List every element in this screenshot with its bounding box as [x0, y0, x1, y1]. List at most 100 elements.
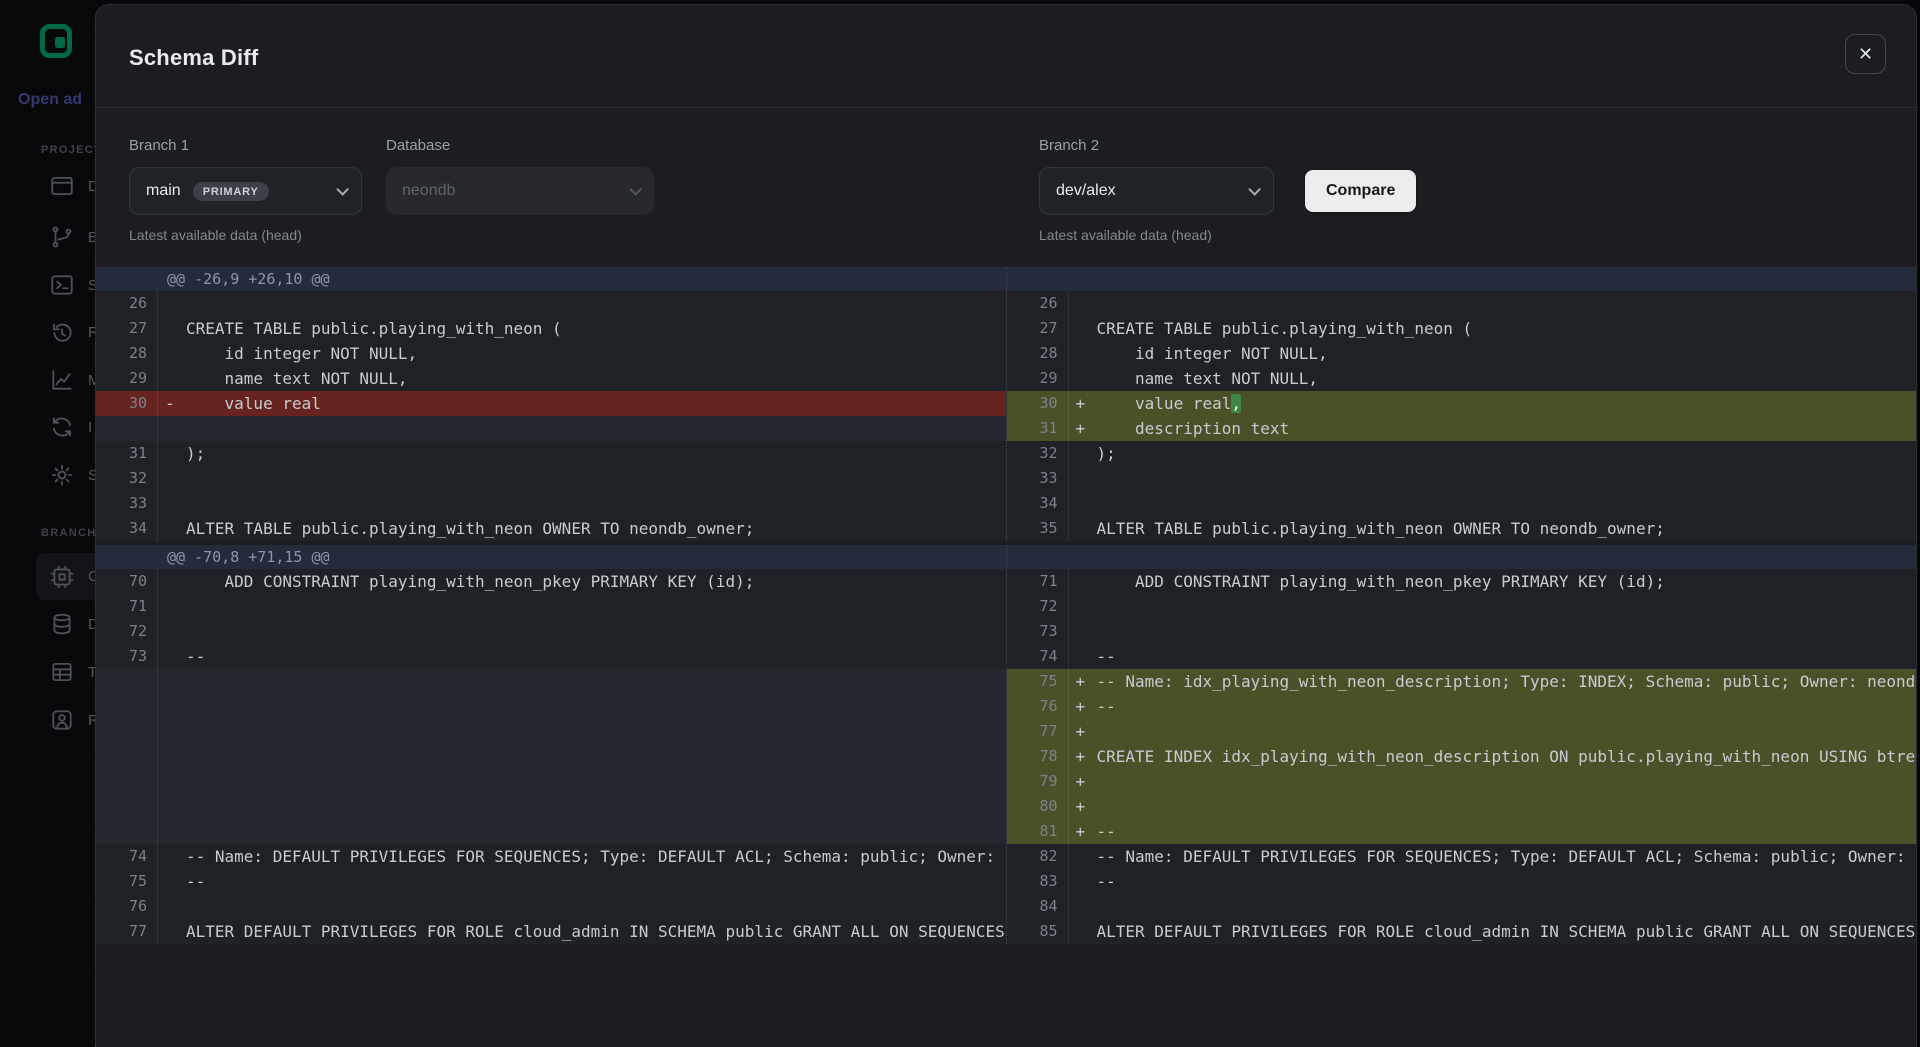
line-number: 70 — [96, 569, 158, 594]
word-diff-highlight: , — [1231, 394, 1241, 413]
line-number — [96, 794, 158, 819]
code-text: name text NOT NULL, — [1097, 366, 1917, 391]
diff-row: 75-- — [96, 869, 1006, 894]
code-text — [186, 416, 1006, 441]
line-number: 32 — [96, 466, 158, 491]
compare-button[interactable]: Compare — [1305, 170, 1416, 212]
diff-row: 72 — [96, 619, 1006, 644]
diff-row: 73 — [1007, 619, 1917, 644]
hunk-header: @@ -26,9 +26,10 @@ — [96, 267, 1006, 291]
diff-row: 27 CREATE TABLE public.playing_with_neon … — [1007, 316, 1917, 341]
line-number: 77 — [1007, 719, 1069, 744]
diff-marker: + — [1069, 391, 1097, 416]
database-value: neondb — [402, 182, 455, 200]
line-number: 33 — [1007, 466, 1069, 491]
diff-marker — [1069, 594, 1097, 619]
diff-marker — [158, 894, 186, 919]
diff-marker — [158, 769, 186, 794]
line-number: 35 — [1007, 516, 1069, 541]
branch1-select[interactable]: main PRIMARY — [129, 167, 362, 215]
diff-marker — [1069, 491, 1097, 516]
diff-marker — [158, 819, 186, 844]
line-number: 76 — [96, 894, 158, 919]
line-number: 30 — [96, 391, 158, 416]
code-text: ALTER DEFAULT PRIVILEGES FOR ROLE cloud_… — [1097, 919, 1917, 944]
line-number — [96, 416, 158, 441]
branch2-select[interactable]: dev/alex — [1039, 167, 1274, 215]
hunk-header — [1007, 267, 1917, 291]
chevron-down-icon — [629, 183, 642, 196]
line-number — [96, 694, 158, 719]
database-select[interactable]: neondb — [386, 167, 654, 215]
line-number — [96, 669, 158, 694]
diff-marker — [1069, 844, 1097, 869]
diff-marker — [1069, 894, 1097, 919]
diff-marker — [1069, 516, 1097, 541]
code-text: ); — [186, 441, 1006, 466]
line-number: 34 — [96, 516, 158, 541]
line-number: 31 — [1007, 416, 1069, 441]
diff-row: 81+-- — [1007, 819, 1917, 844]
code-text: value real, — [1097, 391, 1917, 416]
code-text: ); — [1097, 441, 1917, 466]
diff-row: 83 -- — [1007, 869, 1917, 894]
diff-row: 26 — [96, 291, 1006, 316]
line-number: 26 — [1007, 291, 1069, 316]
code-text — [186, 594, 1006, 619]
code-text — [186, 669, 1006, 694]
code-text — [1097, 594, 1917, 619]
database-group: Database neondb — [386, 137, 654, 215]
branch2-label: Branch 2 — [1039, 137, 1274, 155]
line-number: 73 — [96, 644, 158, 669]
diff-row: 76 — [96, 894, 1006, 919]
diff-row — [96, 769, 1006, 794]
code-text: CREATE TABLE public.playing_with_neon ( — [186, 316, 1006, 341]
close-icon: ✕ — [1858, 45, 1873, 63]
diff-marker — [158, 644, 186, 669]
branch1-value: main — [146, 182, 181, 200]
line-number: 32 — [1007, 441, 1069, 466]
schema-diff-viewport[interactable]: @@ -26,9 +26,10 @@2627CREATE TABLE publi… — [96, 267, 1916, 944]
close-button[interactable]: ✕ — [1845, 34, 1886, 74]
code-text: -- — [186, 644, 1006, 669]
branch2-hint: Latest available data (head) — [1039, 227, 1274, 243]
line-number: 27 — [1007, 316, 1069, 341]
diff-marker — [158, 491, 186, 516]
code-text: CREATE TABLE public.playing_with_neon ( — [1097, 316, 1917, 341]
branch2-group: Branch 2 dev/alex Latest available data … — [1039, 137, 1274, 243]
diff-marker — [158, 291, 186, 316]
line-number: 34 — [1007, 491, 1069, 516]
code-text — [1097, 491, 1917, 516]
line-number: 77 — [96, 919, 158, 944]
diff-row — [96, 719, 1006, 744]
code-text: -- — [1097, 644, 1917, 669]
hunk-header: @@ -70,8 +71,15 @@ — [96, 545, 1006, 569]
line-number: 28 — [96, 341, 158, 366]
diff-marker: + — [1069, 819, 1097, 844]
code-text — [1097, 794, 1917, 819]
code-text — [186, 819, 1006, 844]
diff-marker — [1069, 441, 1097, 466]
diff-row: 31+ description text — [1007, 416, 1917, 441]
code-text: -- — [1097, 869, 1917, 894]
code-text: value real — [186, 391, 1006, 416]
code-text: id integer NOT NULL, — [186, 341, 1006, 366]
diff-marker — [158, 441, 186, 466]
diff-hunk: @@ -70,8 +71,15 @@70 ADD CONSTRAINT play… — [96, 545, 1916, 944]
code-text — [186, 719, 1006, 744]
chevron-down-icon — [336, 183, 349, 196]
line-number: 83 — [1007, 869, 1069, 894]
line-number: 78 — [1007, 744, 1069, 769]
diff-marker — [158, 744, 186, 769]
line-number: 72 — [1007, 594, 1069, 619]
diff-marker — [1069, 316, 1097, 341]
diff-marker — [158, 869, 186, 894]
code-text: ALTER DEFAULT PRIVILEGES FOR ROLE cloud_… — [186, 919, 1006, 944]
line-number: 73 — [1007, 619, 1069, 644]
code-text — [1097, 619, 1917, 644]
diff-marker: - — [158, 391, 186, 416]
diff-marker — [158, 619, 186, 644]
branch2-value: dev/alex — [1056, 182, 1116, 200]
line-number — [96, 819, 158, 844]
diff-marker: + — [1069, 719, 1097, 744]
